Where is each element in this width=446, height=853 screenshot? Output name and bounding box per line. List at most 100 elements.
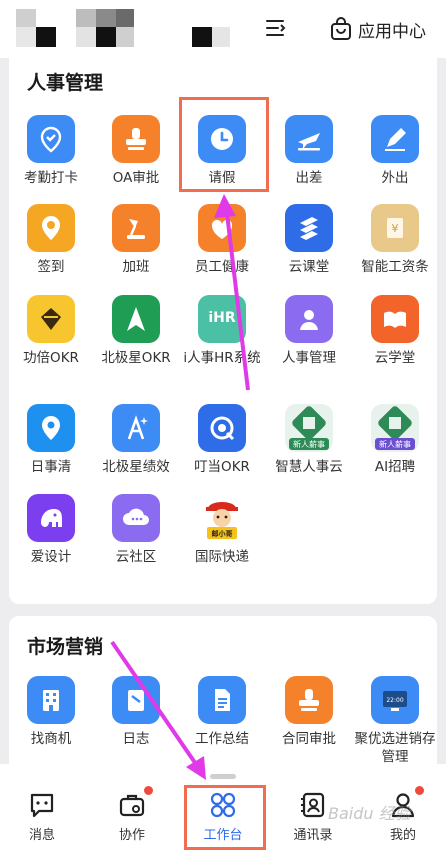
- app-label: 出差: [295, 170, 323, 186]
- okr-diamond-icon: [27, 295, 75, 343]
- nav-label: 消息: [28, 828, 55, 843]
- app-label: 外出: [381, 170, 409, 186]
- app-label: 请假: [208, 170, 236, 186]
- chat-cloud-icon: [112, 494, 160, 542]
- app-star-a[interactable]: 北极星绩效: [93, 404, 179, 476]
- menu-icon[interactable]: [264, 16, 288, 40]
- svg-text:新人薪事: 新人薪事: [293, 439, 325, 449]
- app-label: 北极星绩效: [102, 459, 170, 475]
- courier-mascot-icon: 邮小哥: [198, 494, 246, 542]
- app-label: 员工健康: [195, 259, 249, 275]
- app-map-pin[interactable]: 日事清: [8, 404, 94, 476]
- app-notebook[interactable]: 日志: [93, 676, 179, 748]
- plane-icon: [285, 115, 333, 163]
- svg-text:¥: ¥: [392, 222, 399, 235]
- app-chat-cloud[interactable]: 云社区: [93, 494, 179, 566]
- app-plane[interactable]: 出差: [266, 115, 352, 187]
- app-desk-lamp[interactable]: 加班: [93, 204, 179, 276]
- app-label: 功倍OKR: [23, 350, 79, 366]
- shopping-bag-icon: [331, 17, 351, 40]
- app-label: AI招聘: [374, 459, 416, 475]
- nav-label: 我的: [389, 828, 416, 843]
- app-pen[interactable]: 外出: [352, 115, 438, 187]
- app-location-pin[interactable]: 签到: [8, 204, 94, 276]
- app-label: 聚优选进销存管理: [354, 731, 436, 765]
- app-label: 找商机: [30, 731, 72, 747]
- app-label: 爱设计: [30, 549, 72, 565]
- app-center-button[interactable]: 应用中心: [330, 14, 426, 44]
- app-label: 工作总结: [195, 731, 249, 747]
- redacted-mosaic: [16, 9, 236, 49]
- svg-text:22:00: 22:00: [386, 697, 403, 704]
- app-okr-diamond[interactable]: 功倍OKR: [8, 295, 94, 367]
- app-layers[interactable]: 云课堂: [266, 204, 352, 276]
- app-label: 云社区: [115, 549, 157, 565]
- app-label: 签到: [37, 259, 65, 275]
- building-icon: [27, 676, 75, 724]
- section-title: 人事管理: [27, 72, 104, 94]
- nav-messages[interactable]: 消息: [7, 790, 77, 843]
- briefcase-icon: [117, 786, 153, 820]
- nav-label: 协作: [118, 828, 145, 843]
- grid-icon: [208, 790, 238, 820]
- app-label: 智慧人事云: [275, 459, 343, 475]
- app-ai-recruit[interactable]: 新人薪事 AI招聘: [352, 404, 438, 476]
- app-label: 叮当OKR: [194, 459, 250, 475]
- app-courier-mascot[interactable]: 邮小哥 国际快递: [179, 494, 265, 566]
- ihr-logo-icon: iHR: [198, 295, 246, 343]
- pen-icon: [371, 115, 419, 163]
- app-center-label: 应用中心: [358, 21, 426, 42]
- app-label: 人事管理: [282, 350, 336, 366]
- nav-label: 工作台: [203, 828, 243, 843]
- desk-lamp-icon: [112, 204, 160, 252]
- top-bar: 应用中心: [0, 0, 446, 58]
- app-location-check[interactable]: 考勤打卡: [8, 115, 94, 187]
- app-salary-slip[interactable]: ¥ 智能工资条: [352, 204, 438, 276]
- location-pin-icon: [27, 204, 75, 252]
- open-book-icon: [371, 295, 419, 343]
- app-person-badge[interactable]: 人事管理: [266, 295, 352, 367]
- app-document[interactable]: 工作总结: [179, 676, 265, 748]
- app-stamp[interactable]: 合同审批: [266, 676, 352, 748]
- elephant-icon: [27, 494, 75, 542]
- drag-handle[interactable]: [210, 774, 236, 779]
- stamp-icon: [285, 676, 333, 724]
- target-q-icon: [198, 404, 246, 452]
- app-label: 北极星OKR: [101, 350, 171, 366]
- app-hr-cloud[interactable]: 新人薪事 智慧人事云: [266, 404, 352, 476]
- svg-text:iHR: iHR: [208, 310, 236, 326]
- app-building[interactable]: 找商机: [8, 676, 94, 748]
- app-elephant[interactable]: 爱设计: [8, 494, 94, 566]
- app-label: 日事清: [30, 459, 72, 475]
- stamp-icon: [112, 115, 160, 163]
- notification-dot: [415, 786, 424, 795]
- nav-collab[interactable]: 协作: [97, 786, 167, 843]
- svg-text:邮小哥: 邮小哥: [212, 529, 233, 538]
- salary-slip-icon: ¥: [371, 204, 419, 252]
- app-heart-shield[interactable]: 员工健康: [179, 204, 265, 276]
- notification-dot: [144, 786, 153, 795]
- location-check-icon: [27, 115, 75, 163]
- app-monitor[interactable]: 22:00 聚优选进销存管理: [352, 676, 438, 766]
- map-pin-icon: [27, 404, 75, 452]
- layers-icon: [285, 204, 333, 252]
- app-north-star-arrow[interactable]: 北极星OKR: [93, 295, 179, 367]
- app-ihr-logo[interactable]: iHR i人事HR系统: [179, 295, 265, 367]
- section-title: 市场营销: [27, 636, 104, 658]
- watermark: Baidu 经验: [328, 804, 411, 823]
- nav-label: 通讯录: [293, 828, 333, 843]
- app-stamp[interactable]: OA审批: [93, 115, 179, 187]
- app-label: 合同审批: [282, 731, 336, 747]
- app-label: OA审批: [112, 170, 160, 186]
- app-label: 智能工资条: [361, 259, 429, 275]
- app-open-book[interactable]: 云学堂: [352, 295, 438, 367]
- north-star-arrow-icon: [112, 295, 160, 343]
- hr-cloud-icon: 新人薪事: [285, 404, 333, 452]
- nav-workbench[interactable]: 工作台: [188, 790, 258, 843]
- monitor-icon: 22:00: [371, 676, 419, 724]
- app-clock[interactable]: 请假: [179, 115, 265, 187]
- app-target-q[interactable]: 叮当OKR: [179, 404, 265, 476]
- app-label: 日志: [122, 731, 150, 747]
- contacts-icon: [298, 790, 328, 820]
- svg-text:新人薪事: 新人薪事: [379, 439, 411, 449]
